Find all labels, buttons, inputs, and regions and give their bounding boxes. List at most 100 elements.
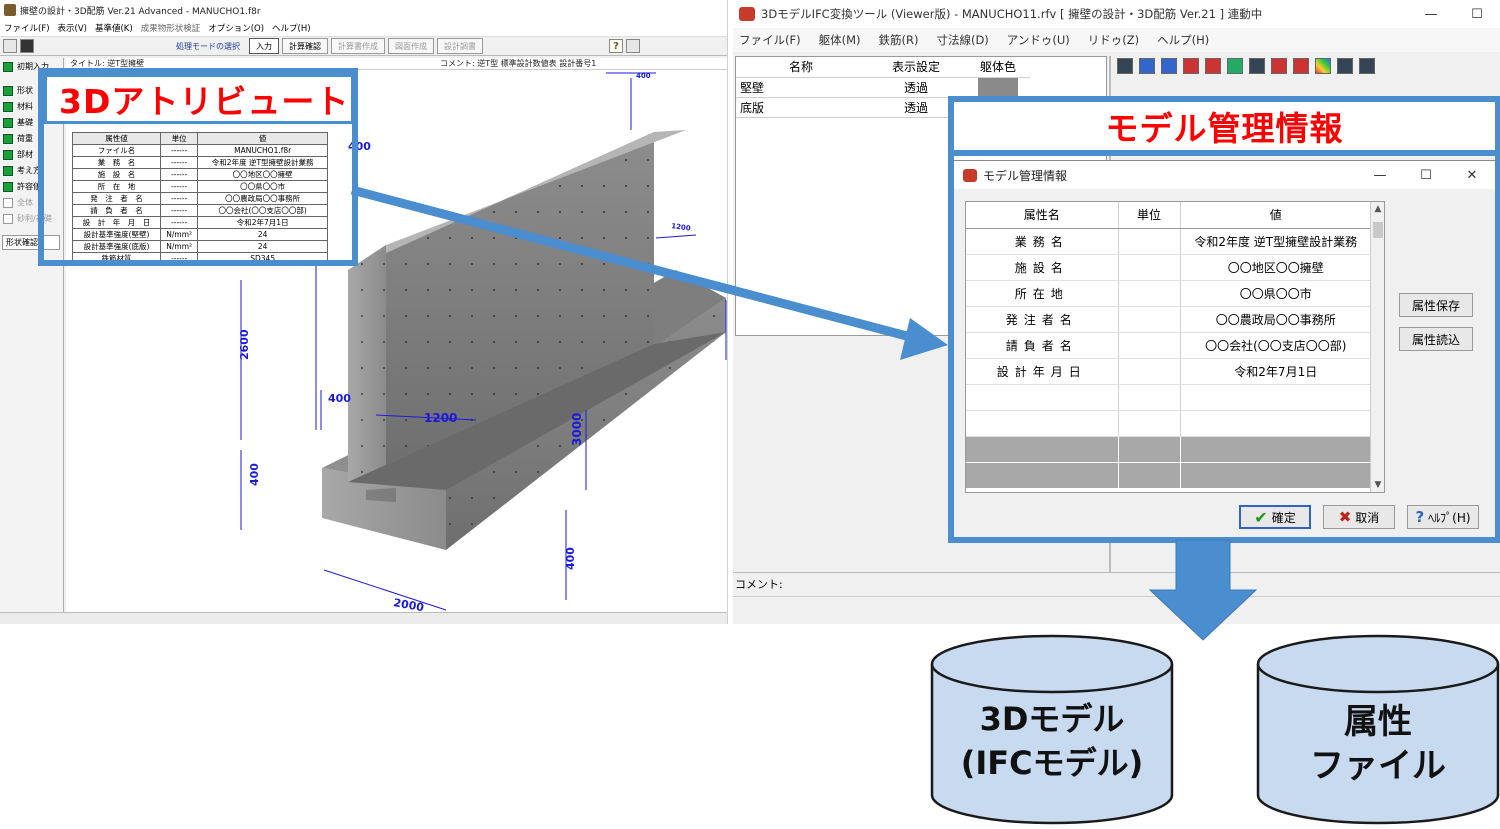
menu-view[interactable]: 表示(V) [58,22,87,34]
design-survey-button[interactable]: 設計調書 [437,38,483,54]
dlg-cell-value[interactable]: 令和2年7月1日 [1180,358,1372,385]
target-icon[interactable] [1293,58,1309,74]
cancel-label: 取消 [1355,510,1380,525]
screen-icon[interactable] [626,39,640,53]
camera-alt-icon[interactable] [1359,58,1375,74]
table-row[interactable] [966,384,1372,411]
binoculars-alt-icon[interactable] [1161,58,1177,74]
table-row[interactable]: 施設名 〇〇地区〇〇擁壁 [966,254,1372,281]
dlg-cell-unit[interactable] [1118,280,1181,307]
sidebar-item-concept[interactable]: 考え方 [0,163,63,178]
grid-cell-name: 堅壁 [736,77,866,98]
menu-undo[interactable]: アンドゥ(U) [1007,32,1070,48]
table-row[interactable]: 発注者名 〇〇農政局〇〇事務所 [966,306,1372,333]
rebar-lines-icon[interactable] [1227,58,1243,74]
shape-check-tab[interactable]: 形状確認 [2,235,60,250]
table-row: 請 負 者 名 ------ 〇〇会社(〇〇支店〇〇部) [71,204,328,217]
maximize-button[interactable]: ☐ [1454,0,1500,28]
dlg-cell-unit[interactable] [1118,228,1181,255]
dim-2000: 2000 [392,596,425,612]
vertical-scrollbar[interactable]: ▲ ▼ [1370,202,1384,492]
cancel-button[interactable]: ✖ 取消 [1323,505,1395,529]
dialog-close-button[interactable]: ✕ [1449,161,1495,189]
confirm-button[interactable]: ✔ 確定 [1239,505,1311,529]
right-status-bar [733,596,1500,624]
table-row[interactable]: 設計年月日 令和2年7月1日 [966,358,1372,385]
scroll-up-icon[interactable]: ▲ [1371,204,1384,214]
dim-2600: 2600 [238,329,251,360]
dlg-cell-unit[interactable] [1118,306,1181,333]
attribute-table: 属性値 単位 値 ファイル名 ------ MANUCHO1.f8r 業 務 名 --… [71,132,328,265]
scroll-thumb[interactable] [1373,222,1383,238]
dlg-cell-value[interactable]: 〇〇会社(〇〇支店〇〇部) [1180,332,1372,359]
sidebar-item-allowable[interactable]: 許容値 [0,179,63,194]
dialog-maximize-button[interactable]: ☐ [1403,161,1449,189]
dlg-cell-value[interactable]: 〇〇県〇〇市 [1180,280,1372,307]
axis-icon[interactable] [1271,58,1287,74]
save-disk-icon[interactable] [20,39,34,53]
calc-report-button[interactable]: 計算書作成 [331,38,385,54]
menu-shape-verify[interactable]: 成果物形状検証 [141,22,201,34]
binoculars-icon[interactable] [1139,58,1155,74]
dlg-cell-unit[interactable] [1118,358,1181,385]
sidebar-item-load[interactable]: 荷重 [0,131,63,146]
table-row[interactable]: 請負者名 〇〇会社(〇〇支店〇〇部) [966,332,1372,359]
sidebar-item-gravel[interactable]: 砂利/基礎 [0,211,63,226]
open-folder-icon[interactable] [3,39,17,53]
sidebar-label: 材料 [17,102,33,111]
table-row[interactable]: 堅壁 透過 [736,77,1030,98]
dlg-cell-unit[interactable] [1118,254,1181,281]
menu-dimension[interactable]: 寸法線(D) [936,32,988,48]
input-button[interactable]: 入力 [249,38,279,54]
color-palette-icon[interactable] [1315,58,1331,74]
question-icon: ? [1415,508,1425,526]
grid-cell-display[interactable]: 透過 [866,77,966,98]
fit-view-icon[interactable] [1117,58,1133,74]
dimension-icon[interactable] [1249,58,1265,74]
color-swatch[interactable] [978,78,1018,96]
dlg-cell-value[interactable]: 令和2年度 逆T型擁壁設計業務 [1180,228,1372,255]
help-question-icon[interactable]: ? [609,39,623,53]
dlg-cell-value[interactable]: 〇〇農政局〇〇事務所 [1180,306,1372,333]
menu-rebar[interactable]: 鉄筋(R) [879,32,919,48]
help-button[interactable]: ? ﾍﾙﾌﾟ(H) [1407,505,1479,529]
menu-help[interactable]: ヘルプ(H) [272,22,311,34]
grid-cell-display[interactable]: 透過 [866,97,966,118]
hide-icon[interactable] [1183,58,1199,74]
calc-check-button[interactable]: 計算確認 [282,38,328,54]
comment-bar: コメント: [733,572,1500,594]
save-attribute-button[interactable]: 属性保存 [1399,293,1473,317]
confirm-label: 確定 [1271,510,1296,525]
attr-cell: ------ [160,168,199,181]
menu-standard[interactable]: 基準値(K) [95,22,133,34]
menu-redo[interactable]: リドゥ(Z) [1088,32,1139,48]
menu-file[interactable]: ファイル(F) [739,32,801,48]
content-title: タイトル: 逆T型擁壁 [70,59,145,68]
drawing-button[interactable]: 図面作成 [388,38,434,54]
minimize-button[interactable]: — [1408,0,1454,28]
dialog-minimize-button[interactable]: — [1357,161,1403,189]
menu-body[interactable]: 躯体(M) [819,32,861,48]
sidebar-item-whole[interactable]: 全体 [0,195,63,210]
table-row[interactable] [966,410,1372,437]
camera-icon[interactable] [1337,58,1353,74]
sidebar-item-initial[interactable]: 初期入力 [0,59,63,74]
model-management-dialog: モデル管理情報 — ☐ ✕ 属性名 単位 値 業務名 令和2年度 逆T型擁壁設計業… [952,160,1496,538]
grid-cell-color[interactable] [966,77,1030,98]
attr-cell: ------ [160,252,199,265]
load-attribute-button[interactable]: 属性読込 [1399,327,1473,351]
checkmark-icon: ✔ [1254,507,1268,527]
dlg-cell-unit[interactable] [1118,332,1181,359]
left-title-bar: 擁壁の設計・3D配筋 Ver.21 Advanced - MANUCHO1.f8… [0,0,727,20]
dlg-cell-value[interactable]: 〇〇地区〇〇擁壁 [1180,254,1372,281]
scroll-down-icon[interactable]: ▼ [1371,480,1384,490]
rebar-cross-icon[interactable] [1205,58,1221,74]
menu-option[interactable]: オプション(O) [208,22,264,34]
menu-help[interactable]: ヘルプ(H) [1157,32,1209,48]
menu-file[interactable]: ファイル(F) [4,22,50,34]
sidebar-item-member[interactable]: 部材 [0,147,63,162]
attr-cell: N/mm² [160,240,199,253]
table-row[interactable]: 所在地 〇〇県〇〇市 [966,280,1372,307]
table-row[interactable]: 業務名 令和2年度 逆T型擁壁設計業務 [966,228,1372,255]
attr-cell: ------ [160,216,199,229]
